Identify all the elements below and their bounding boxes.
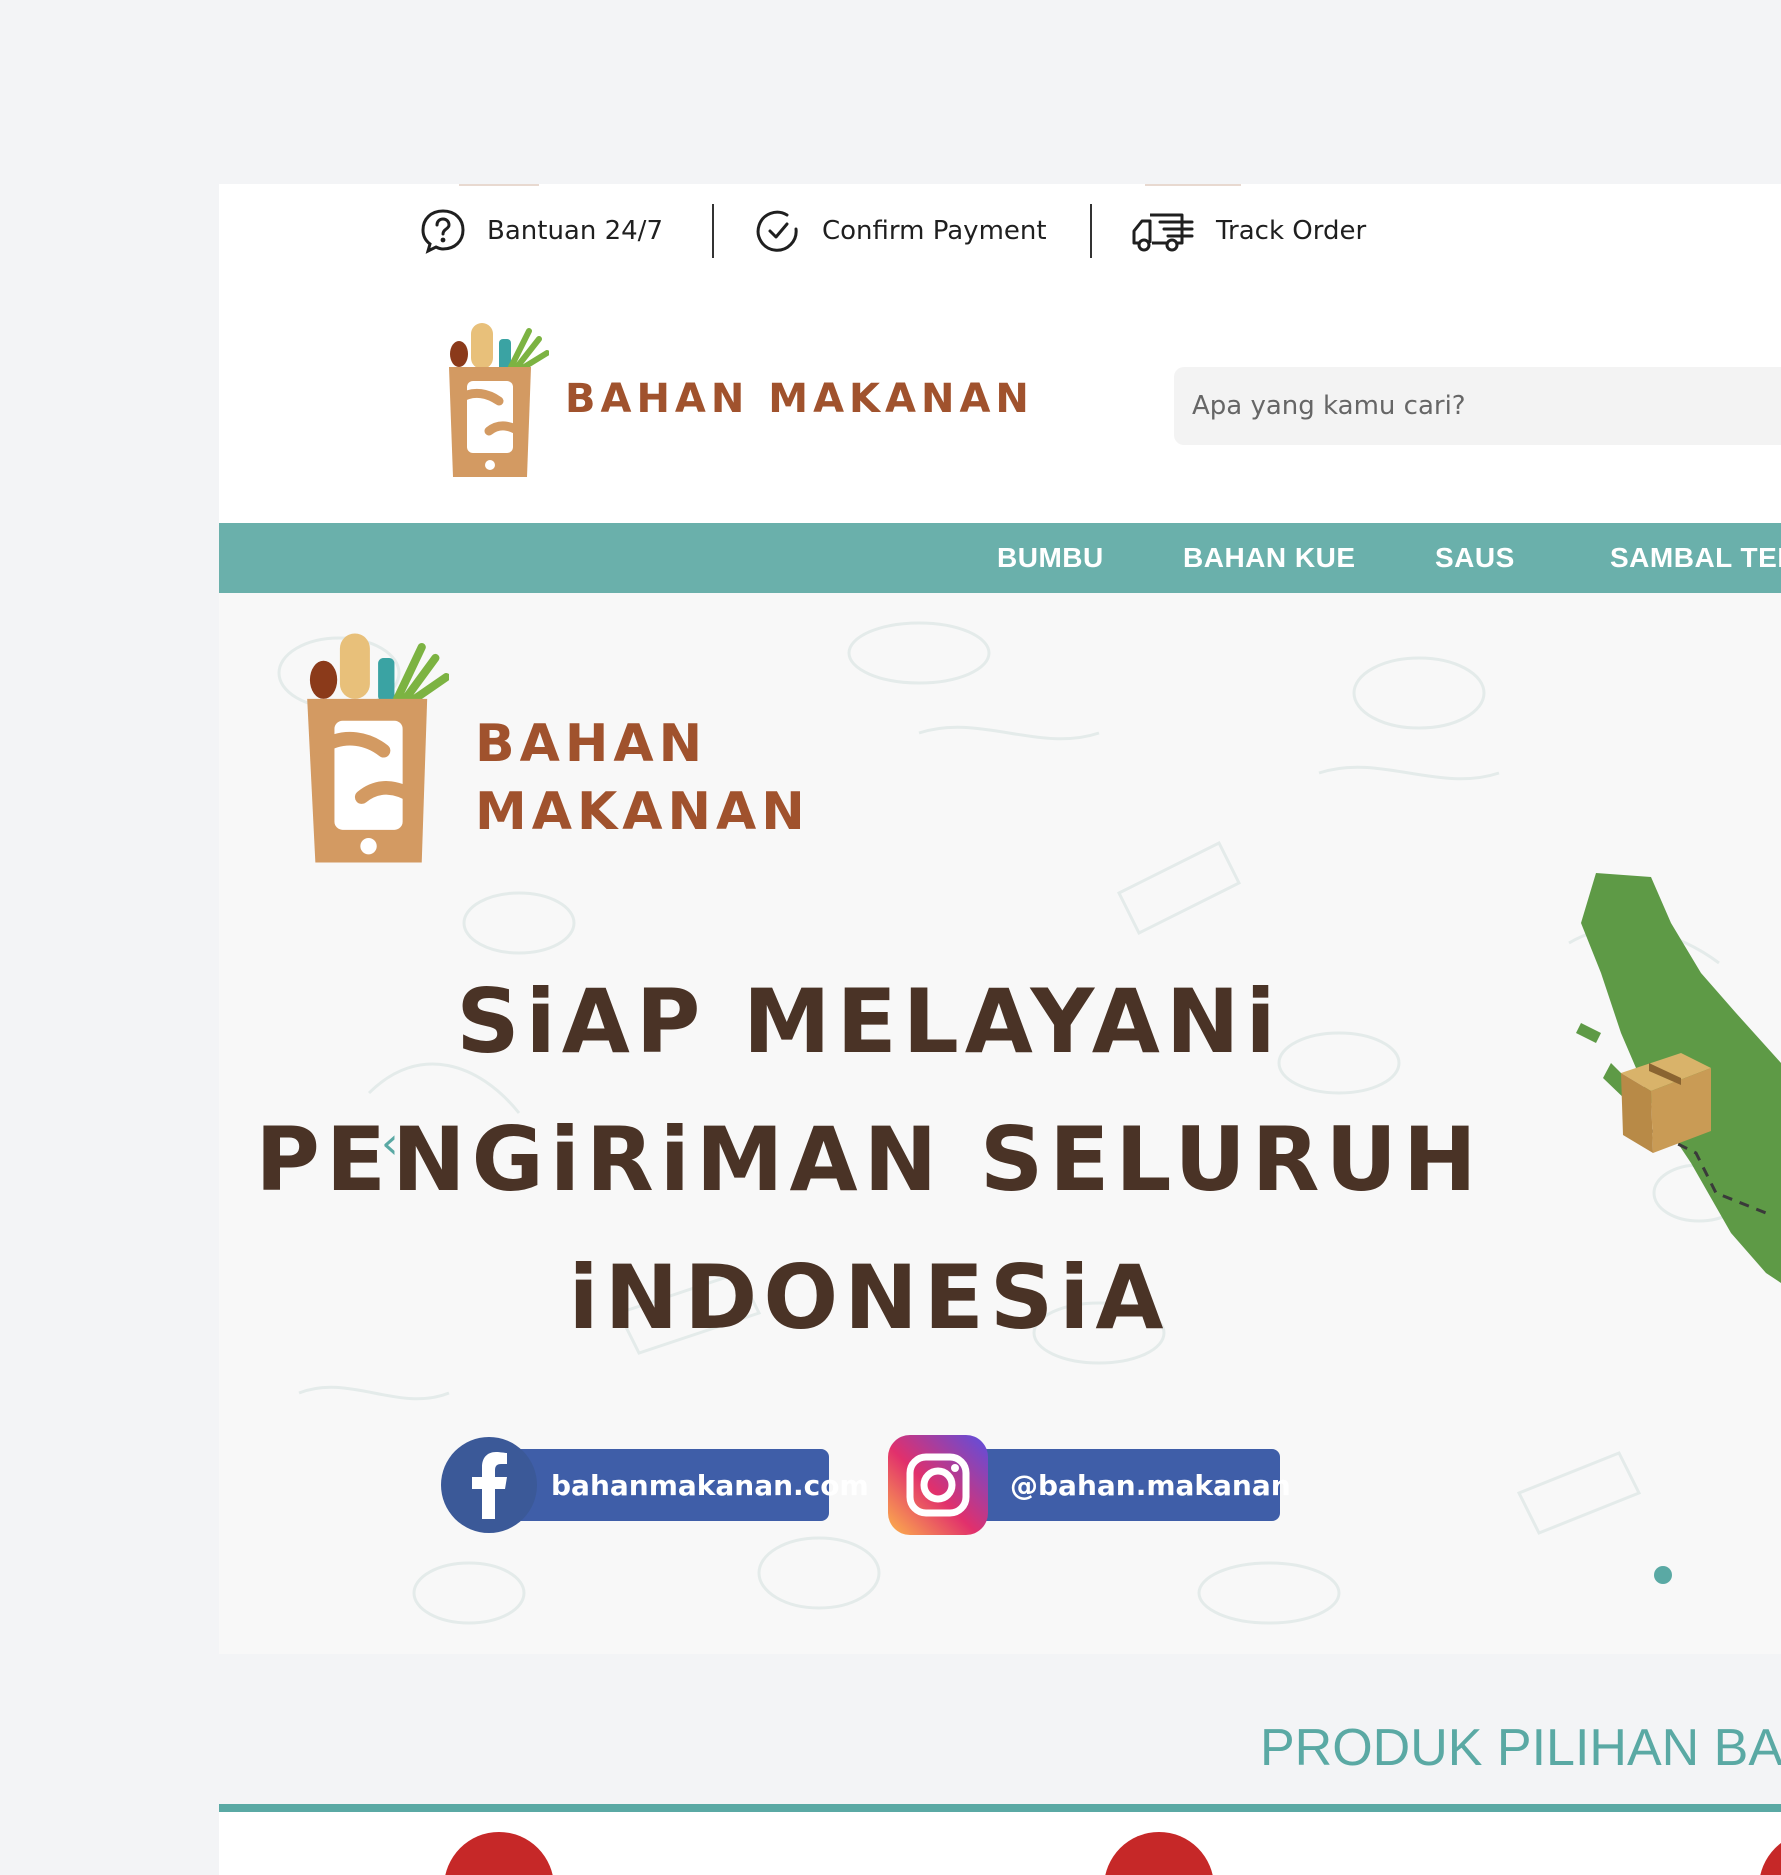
tab-indicator [459,184,539,186]
instagram-badge[interactable]: @bahan.makanan [886,1435,1291,1535]
hero-banner[interactable]: BAHAN MAKANAN SiAP MELAYANi PENGiRiMAN S… [219,593,1781,1654]
tab-indicator [1145,184,1241,186]
truck-icon [1132,213,1194,252]
facebook-badge[interactable]: bahanmakanan.com [439,1437,869,1533]
section-divider [219,1804,1781,1812]
top-bar: Bantuan 24/7 Confirm Payment Track Order [219,184,1781,274]
headline-line1: SiAP MELAYANi [456,970,1282,1073]
banner-headline: SiAP MELAYANi PENGiRiMAN SELURUH iNDONES… [219,953,1519,1367]
track-order-label: Track Order [1216,216,1367,246]
nav-item-bahan-kue[interactable]: BAHAN KUE [1183,523,1356,593]
track-order-link[interactable]: Track Order [1130,206,1366,256]
divider [712,204,714,258]
discount-badge [444,1832,554,1875]
confirm-payment-link[interactable]: Confirm Payment [754,206,1047,256]
facebook-icon [441,1437,537,1533]
category-nav: BUMBU BAHAN KUE SAUS SAMBAL TERA [219,523,1781,593]
instagram-handle: @bahan.makanan [970,1449,1291,1521]
nav-item-saus[interactable]: SAUS [1435,523,1515,593]
section-title: PRODUK PILIHAN BA [1260,1719,1781,1777]
site-logo[interactable]: BAHAN MAKANAN [439,319,1034,479]
grocery-bag-logo-icon [449,323,549,477]
headline-line3: iNDONESiA [568,1246,1170,1349]
discount-badge [1759,1832,1781,1875]
logo-text: BAHAN MAKANAN [565,376,1034,422]
facebook-handle: bahanmakanan.com [489,1449,869,1521]
help-icon [421,209,465,254]
search-bar[interactable] [1174,367,1781,445]
product-row [219,1812,1781,1875]
banner-logo-line1: BAHAN [475,714,708,774]
nav-item-sambal[interactable]: SAMBAL TERA [1610,523,1781,593]
help-label: Bantuan 24/7 [487,216,663,246]
banner-logo: BAHAN MAKANAN [299,628,810,868]
banner-logo-text: BAHAN MAKANAN [475,710,810,846]
confirm-payment-label: Confirm Payment [822,216,1047,246]
search-input[interactable] [1174,390,1781,422]
grocery-bag-logo-icon [307,633,449,863]
discount-badge [1104,1832,1214,1875]
indonesia-map-illustration [1576,873,1781,1283]
page: Bantuan 24/7 Confirm Payment Track Order [219,184,1781,1875]
featured-products-section: PRODUK PILIHAN BA [219,1654,1781,1875]
instagram-icon [888,1435,988,1535]
divider [1090,204,1092,258]
help-link[interactable]: Bantuan 24/7 [419,206,663,256]
carousel-dot[interactable] [1654,1566,1672,1584]
nav-item-bumbu[interactable]: BUMBU [997,523,1104,593]
headline-line2: PENGiRiMAN SELURUH [255,1108,1483,1211]
check-circle-icon [756,210,798,252]
carousel-prev-icon[interactable]: ‹ [381,1118,399,1169]
banner-logo-line2: MAKANAN [475,782,810,842]
